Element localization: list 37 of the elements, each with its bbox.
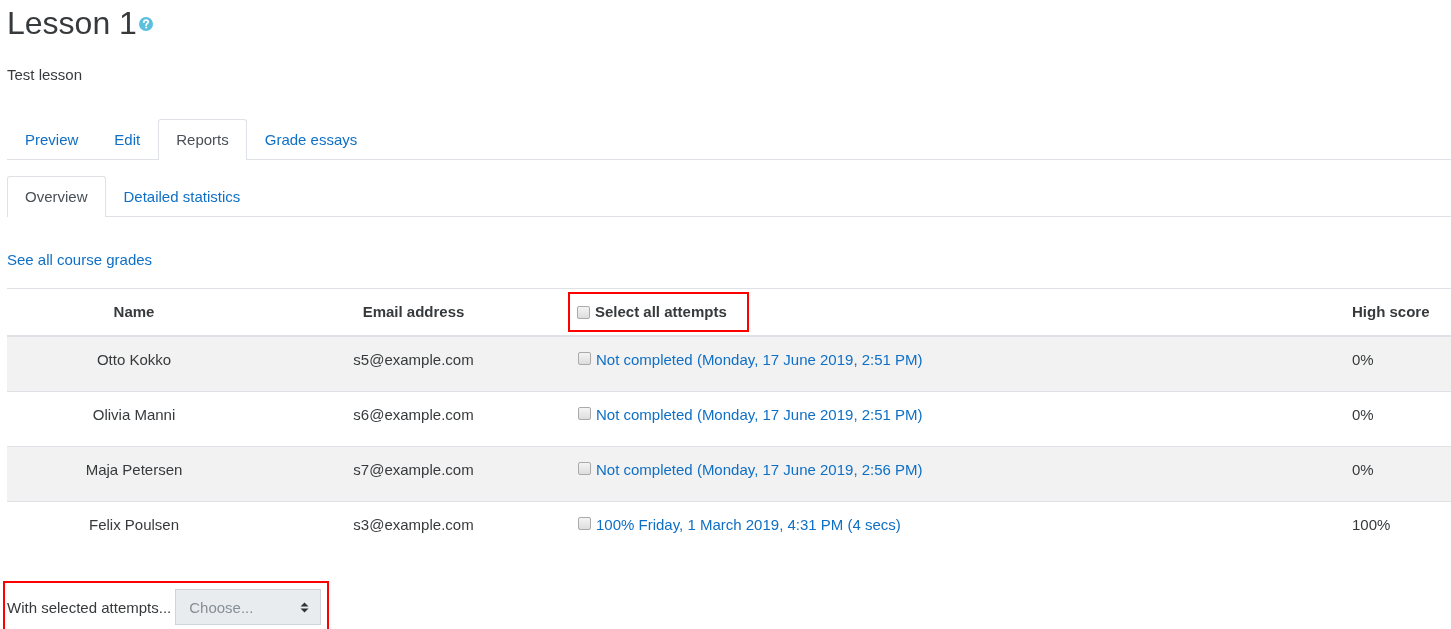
table-cell: 0% (1352, 405, 1374, 425)
course-grades-link[interactable]: See all course grades (7, 250, 153, 270)
tab[interactable]: Detailed statistics (105, 176, 259, 216)
checkbox[interactable] (578, 352, 591, 365)
checkbox[interactable] (577, 305, 590, 319)
checkbox[interactable] (578, 517, 591, 530)
tab[interactable]: Edit (96, 119, 159, 159)
table-cell: s3@example.com (353, 515, 474, 535)
page-title: Lesson 1 (7, 7, 137, 39)
tab[interactable]: Reports (158, 119, 247, 160)
table-cell: s6@example.com (353, 405, 474, 425)
bulk-action-label: With selected attempts... (7, 598, 172, 616)
column-header: Email address (362, 302, 465, 322)
column-header: Name (113, 302, 155, 322)
attempt-link[interactable]: 100% Friday, 1 March 2019, 4:31 PM (4 secs) (596, 515, 901, 535)
table-cell: Otto Kokko (96, 350, 172, 370)
tab[interactable]: Overview (7, 176, 106, 217)
attempt-link[interactable]: Not completed (Monday, 17 June 2019, 2:56 PM) (596, 460, 923, 480)
tab[interactable]: Grade essays (246, 119, 376, 159)
sort-caret-icon (300, 601, 310, 613)
lesson-description: Test lesson (7, 65, 84, 85)
table-cell: 100% (1352, 515, 1391, 535)
checkbox[interactable] (578, 407, 591, 420)
table-cell: s7@example.com (353, 460, 474, 480)
table-cell: Maja Petersen (85, 460, 183, 480)
table-cell: s5@example.com (353, 350, 474, 370)
column-header: High score (1352, 302, 1430, 322)
tab[interactable]: Preview (7, 119, 97, 159)
attempt-link[interactable]: Not completed (Monday, 17 June 2019, 2:51 PM) (596, 405, 923, 425)
table-cell: 0% (1352, 350, 1374, 370)
column-header: Select all attempts (595, 302, 727, 322)
help-icon[interactable] (138, 17, 153, 31)
attempt-link[interactable]: Not completed (Monday, 17 June 2019, 2:51 PM) (596, 350, 923, 370)
table-cell: Felix Poulsen (88, 515, 179, 535)
table-cell: 0% (1352, 460, 1374, 480)
table-cell: Olivia Manni (92, 405, 176, 425)
checkbox[interactable] (578, 462, 591, 475)
